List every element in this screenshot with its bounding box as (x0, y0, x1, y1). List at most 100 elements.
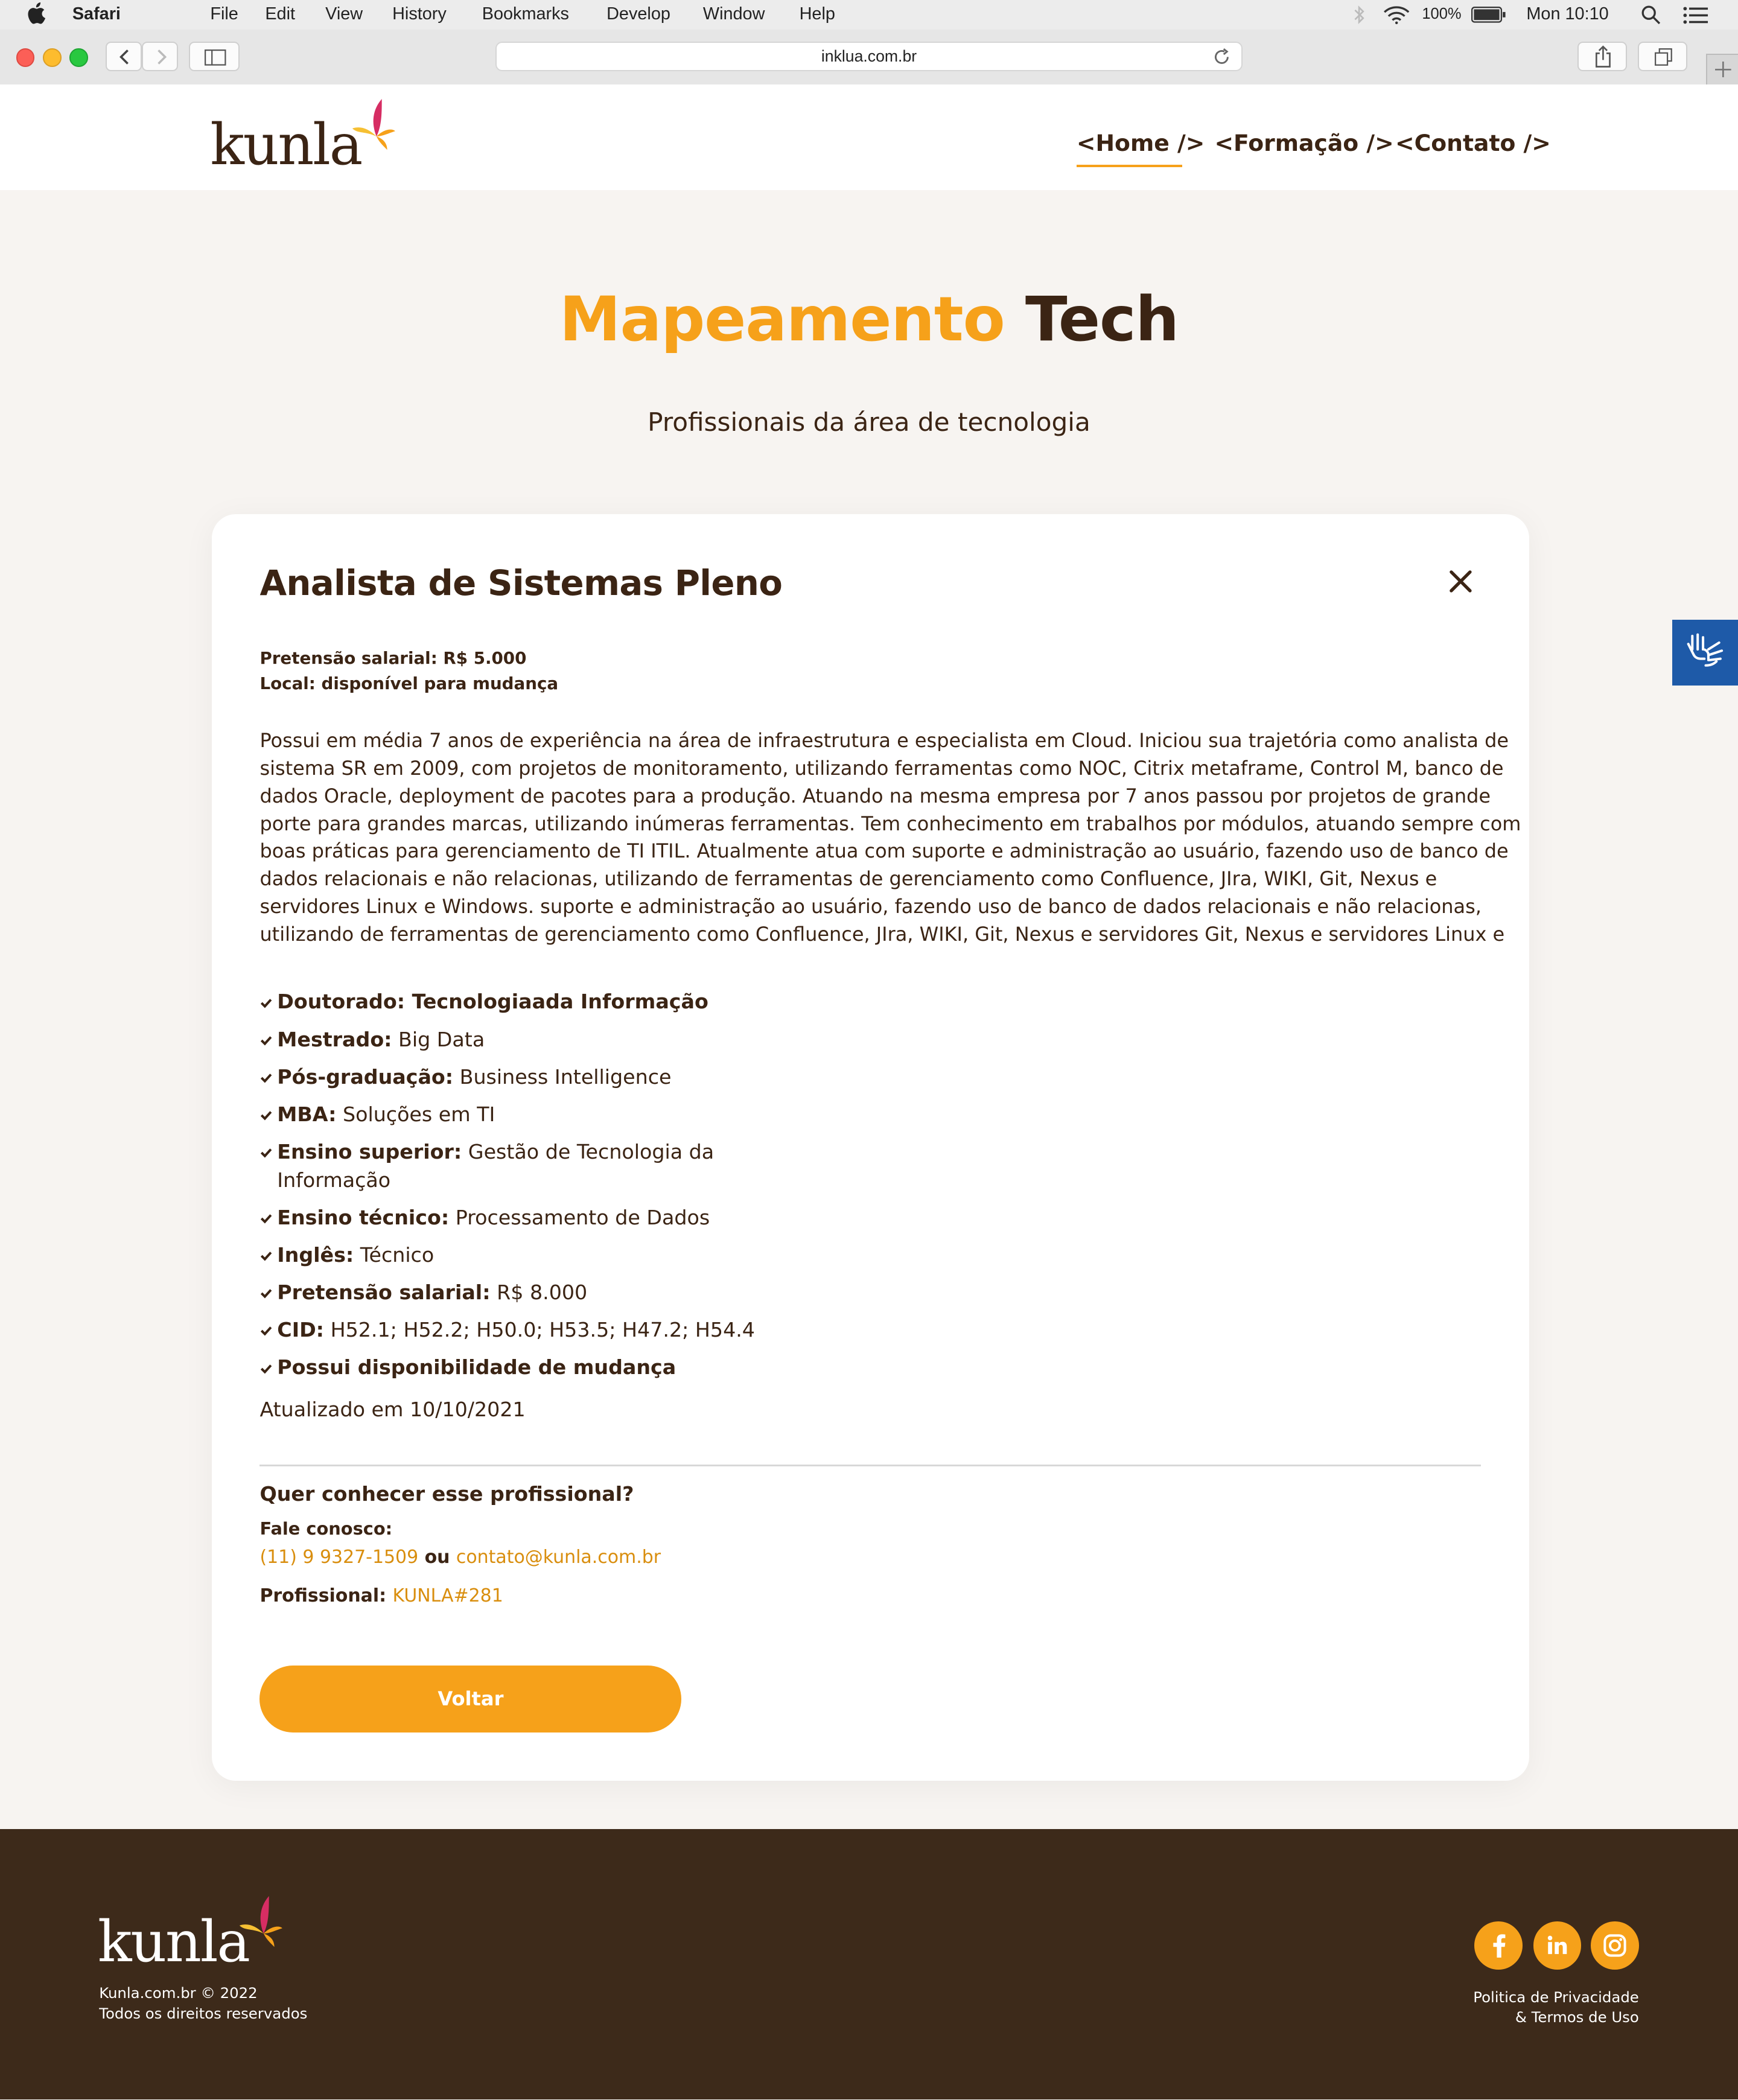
check-icon (261, 998, 272, 1008)
nav-home[interactable]: <Home /> (1077, 130, 1205, 156)
contact-label: Fale conosco: (259, 1518, 393, 1539)
check-label: Pretensão salarial: (277, 1280, 491, 1304)
check-icon (261, 1111, 272, 1121)
menu-app-name[interactable]: Safari (72, 4, 121, 24)
window-close-button[interactable] (16, 48, 35, 67)
privacy-policy-link[interactable]: Politica de Privacidade (1473, 1988, 1639, 2006)
reload-icon[interactable] (1213, 48, 1230, 66)
url-text: inklua.com.br (821, 46, 917, 65)
instagram-icon (1603, 1934, 1626, 1957)
description-line: dados Oracle, deployment de pacotes para… (259, 784, 1491, 807)
close-icon[interactable] (1446, 567, 1475, 596)
chevron-left-icon (119, 49, 129, 65)
check-value: Business Intelligence (453, 1064, 672, 1089)
page-subtitle: Profissionais da área de tecnologia (648, 407, 1090, 437)
title-highlight: Mapeamento (559, 284, 1005, 356)
footer-rights: Todos os direitos reservados (99, 2004, 308, 2022)
professional-id: Profissional: KUNLA#281 (259, 1585, 503, 1606)
spotlight-search-icon[interactable] (1641, 5, 1661, 24)
footer-logo-wordmark: kunla (97, 1909, 250, 1974)
check-label: Ensino superior: (277, 1139, 462, 1163)
footer-copyright: Kunla.com.br © 2022 (99, 1984, 258, 2002)
salary-summary: Pretensão salarial: R$ 5.000 (259, 648, 527, 668)
menu-develop[interactable]: Develop (606, 4, 670, 24)
new-tab-button[interactable] (1705, 53, 1738, 84)
window-minimize-button[interactable] (43, 48, 62, 67)
facebook-button[interactable] (1474, 1921, 1523, 1970)
check-value: H52.1; H52.2; H50.0; H53.5; H47.2; H54.4 (324, 1318, 755, 1342)
check-value: Gestão de Tecnologia da (462, 1139, 715, 1163)
check-label: Doutorado: Tecnologiaada Informação (277, 990, 708, 1014)
check-icon (261, 1364, 272, 1374)
tabs-overview-button[interactable] (1637, 41, 1687, 71)
check-label: Mestrado: (277, 1027, 392, 1051)
butterfly-icon (240, 1895, 283, 1947)
contact-question: Quer conhecer esse profissional? (259, 1482, 634, 1506)
back-button[interactable] (106, 41, 142, 71)
wifi-icon[interactable] (1383, 5, 1410, 24)
instagram-button[interactable] (1590, 1921, 1639, 1970)
menu-help[interactable]: Help (800, 4, 835, 24)
description-line: sistema SR em 2009, com projetos de moni… (259, 756, 1504, 780)
linkedin-button[interactable] (1533, 1921, 1582, 1970)
nav-active-indicator (1076, 164, 1183, 168)
divider (259, 1465, 1481, 1466)
menu-history[interactable]: History (392, 4, 447, 24)
battery-percent: 100% (1422, 5, 1462, 22)
check-label: Ensino técnico: (277, 1205, 450, 1229)
system-menubar: Safari File Edit View History Bookmarks … (0, 0, 1738, 30)
footer-logo[interactable]: kunla (97, 1895, 285, 1976)
apple-icon[interactable] (27, 2, 46, 24)
description-line: utilizando de ferramentas de gerenciamen… (259, 923, 1505, 946)
professional-label: Profissional: (259, 1585, 393, 1607)
menu-file[interactable]: File (210, 4, 238, 24)
check-icon (261, 1252, 272, 1261)
nav-contato[interactable]: <Contato /> (1395, 130, 1551, 156)
share-button[interactable] (1577, 41, 1627, 71)
profile-description: Possui em média 7 anos de experiência na… (259, 727, 1521, 949)
professional-code: KUNLA#281 (392, 1585, 503, 1607)
page-title: Mapeamento Tech (0, 284, 1738, 355)
back-to-list-button[interactable]: Voltar (259, 1666, 682, 1733)
profile-title: Analista de Sistemas Pleno (259, 562, 783, 603)
nav-formacao[interactable]: <Formação /> (1214, 130, 1393, 156)
description-line: servidores Linux e Windows. suporte e ad… (259, 895, 1482, 918)
check-icon (261, 1326, 272, 1336)
email-link[interactable]: contato@kunla.com.br (456, 1547, 661, 1568)
title-rest: Tech (1025, 284, 1179, 356)
check-icon (261, 1036, 272, 1046)
check-value: Big Data (392, 1027, 485, 1051)
sidebar-toggle-button[interactable] (188, 41, 240, 71)
notification-center-icon[interactable] (1683, 7, 1708, 24)
description-line: boas práticas para gerenciamento de TI I… (259, 839, 1509, 863)
terms-link[interactable]: & Termos de Uso (1515, 2008, 1639, 2026)
updated-date: Atualizado em 10/10/2021 (259, 1398, 526, 1422)
contact-separator: ou (418, 1546, 456, 1568)
hands-icon (1687, 633, 1724, 667)
bluetooth-icon[interactable] (1352, 5, 1366, 24)
share-icon (1596, 45, 1611, 68)
site-logo[interactable]: kunla (210, 99, 398, 179)
menu-view[interactable]: View (325, 4, 363, 24)
check-value: R$ 8.000 (490, 1280, 588, 1304)
battery-icon[interactable] (1471, 7, 1506, 23)
contact-info: (11) 9 9327-1509 ou contato@kunla.com.br (259, 1547, 661, 1568)
location-summary: Local: disponível para mudança (259, 673, 559, 694)
check-icon (261, 1148, 272, 1158)
tabs-icon (1655, 48, 1673, 66)
check-label: Pós-graduação: (277, 1064, 454, 1089)
address-bar[interactable]: inklua.com.br (495, 41, 1243, 71)
menu-edit[interactable]: Edit (265, 4, 295, 24)
description-line: dados relacionais e não relacionas, util… (259, 867, 1437, 891)
sign-language-widget[interactable] (1672, 620, 1738, 686)
menu-bookmarks[interactable]: Bookmarks (482, 4, 569, 24)
menu-window[interactable]: Window (703, 4, 765, 24)
check-value: Técnico (354, 1242, 434, 1267)
description-line: Possui em média 7 anos de experiência na… (259, 728, 1509, 752)
forward-button[interactable] (142, 41, 179, 71)
check-label: Inglês: (277, 1242, 354, 1267)
check-label: CID: (277, 1318, 324, 1342)
phone-link[interactable]: (11) 9 9327-1509 (259, 1547, 418, 1568)
window-zoom-button[interactable] (69, 48, 88, 67)
check-icon (261, 1214, 272, 1224)
